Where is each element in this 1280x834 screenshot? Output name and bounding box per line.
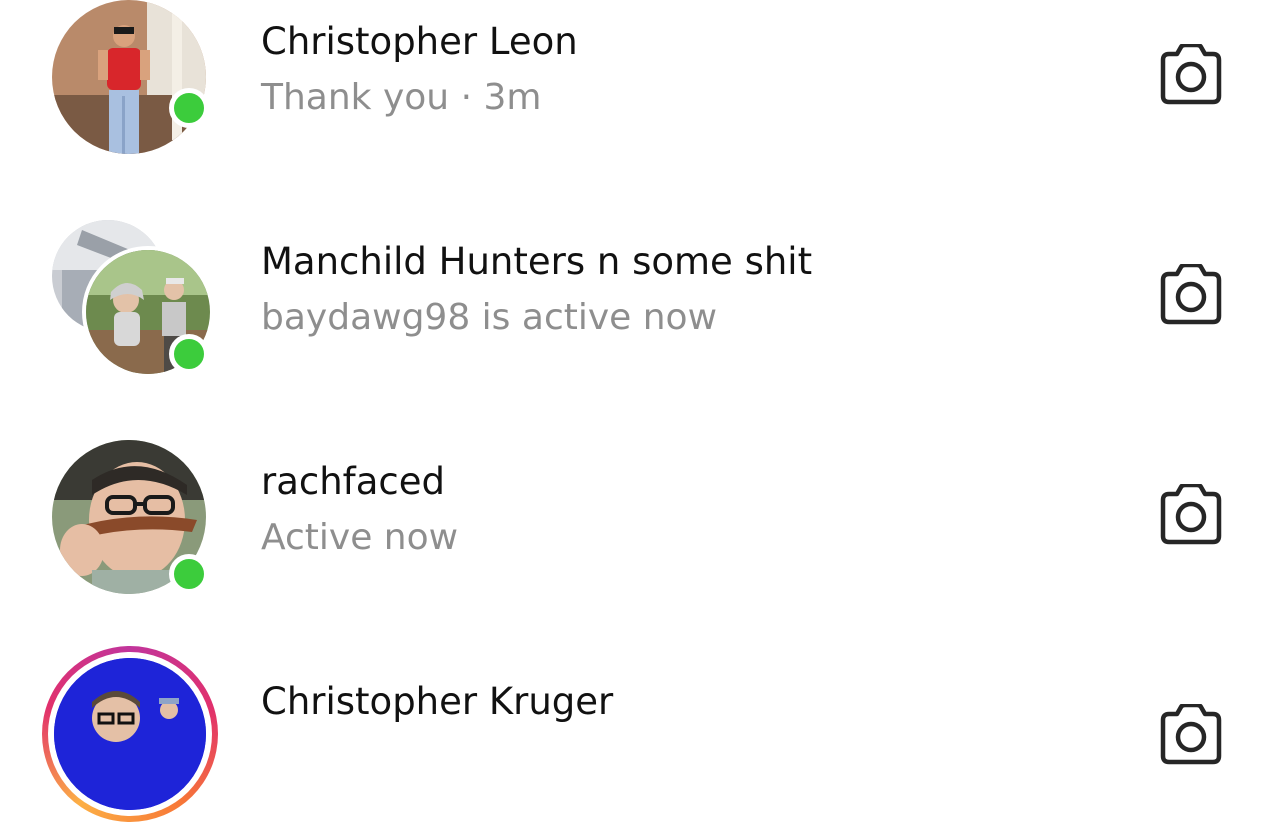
- conversation-name: Christopher Kruger: [261, 680, 614, 723]
- conversation-subtitle: Thank you · 3m: [261, 77, 542, 118]
- conversation-row[interactable]: Christopher Leon Thank you · 3m: [0, 0, 1280, 174]
- conversation-row[interactable]: Christopher Kruger: [0, 634, 1280, 834]
- conversation-row[interactable]: Manchild Hunters n some shit baydawg98 i…: [0, 194, 1280, 394]
- conversation-name: Christopher Leon: [261, 20, 578, 63]
- avatar-rachfaced[interactable]: [52, 440, 212, 600]
- camera-icon[interactable]: [1157, 262, 1225, 326]
- conversation-name: rachfaced: [261, 460, 445, 503]
- avatar: [52, 0, 206, 154]
- story-ring[interactable]: [42, 646, 218, 822]
- conversation-subtitle: Active now: [261, 517, 459, 558]
- online-status-dot: [169, 88, 209, 128]
- conversation-list: Christopher Leon Thank you · 3m Manchild…: [0, 0, 1280, 822]
- conversation-name: Manchild Hunters n some shit: [261, 240, 813, 283]
- avatar-christopher-leon[interactable]: [52, 0, 212, 160]
- camera-icon[interactable]: [1157, 702, 1225, 766]
- online-status-dot: [169, 334, 209, 374]
- story-ring-gap: [48, 652, 212, 816]
- conversation-row[interactable]: rachfaced Active now: [0, 414, 1280, 614]
- camera-icon[interactable]: [1157, 42, 1225, 106]
- avatar-christopher-kruger[interactable]: [42, 646, 218, 822]
- online-status-dot: [169, 554, 209, 594]
- conversation-subtitle: baydawg98 is active now: [261, 297, 718, 338]
- avatar-group[interactable]: [52, 220, 214, 380]
- avatar: [54, 658, 206, 810]
- camera-icon[interactable]: [1157, 482, 1225, 546]
